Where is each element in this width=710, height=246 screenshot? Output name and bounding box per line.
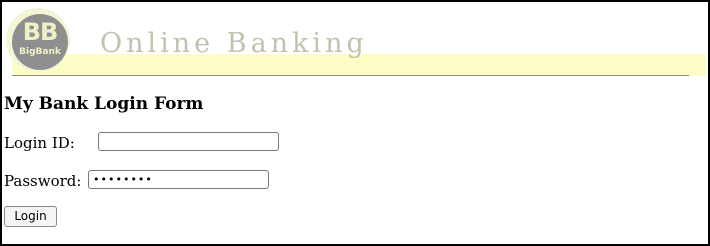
form-title: My Bank Login Form	[4, 94, 204, 114]
logo-initials: BB	[22, 18, 59, 46]
password-label: Password:	[4, 172, 82, 190]
banner-divider	[12, 75, 689, 76]
page-frame: BB BigBank Online Banking My Bank Login …	[0, 0, 710, 246]
login-id-label: Login ID:	[4, 134, 75, 152]
bigbank-logo: BB BigBank	[6, 8, 70, 72]
login-id-input[interactable]	[98, 132, 279, 151]
logo-circle: BB BigBank	[12, 14, 68, 70]
banner: BB BigBank Online Banking	[2, 2, 708, 82]
logo-bank-name: BigBank	[19, 47, 61, 57]
banner-title: Online Banking	[100, 28, 368, 59]
password-input[interactable]: ••••••••	[88, 170, 269, 189]
login-button[interactable]: Login	[4, 206, 57, 227]
